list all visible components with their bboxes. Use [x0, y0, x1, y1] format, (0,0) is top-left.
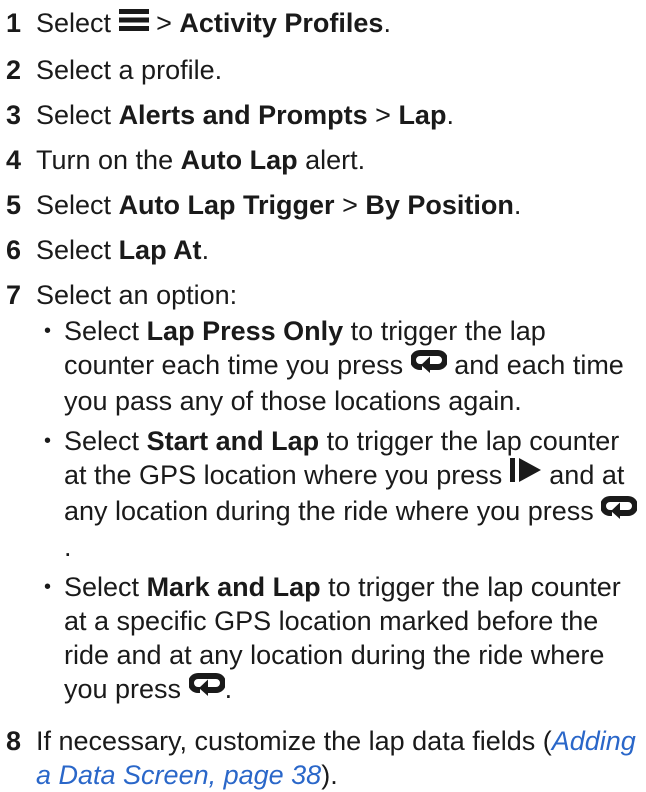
- step-number: 6: [6, 234, 22, 265]
- option-lap-press-only: • Select Lap Press Only to trigger the l…: [36, 314, 640, 418]
- step-number: 1: [6, 8, 22, 38]
- step-5: 5 Select Auto Lap Trigger > By Position.: [6, 188, 640, 222]
- step-text: If necessary, customize the lap data fie…: [36, 724, 640, 792]
- lap-icon: [600, 493, 639, 527]
- step-2: 2 Select a profile.: [6, 53, 640, 87]
- step-6-lap-at: Lap At: [118, 234, 202, 265]
- lap-icon: [187, 670, 226, 704]
- step-6: 6 Select Lap At.: [6, 233, 640, 267]
- option-end: .: [224, 673, 233, 704]
- option-end: .: [64, 531, 72, 562]
- step-6-end: .: [201, 234, 210, 265]
- step-5-separator: >: [342, 189, 358, 220]
- step-1-separator: >: [156, 8, 172, 38]
- step-1-activity-profiles: Activity Profiles: [179, 8, 384, 38]
- option-list: • Select Lap Press Only to trigger the l…: [36, 314, 640, 708]
- step-1-end: .: [383, 8, 391, 38]
- option-name: Start and Lap: [146, 425, 320, 456]
- step-number: 7: [6, 279, 22, 310]
- step-3-end: .: [446, 99, 454, 130]
- start-icon: [509, 457, 542, 491]
- bullet-icon: •: [44, 575, 52, 598]
- step-8-prefix: If necessary, customize the lap data fie…: [36, 726, 552, 757]
- step-3-prefix: Select: [36, 99, 112, 130]
- step-number: 8: [6, 726, 22, 757]
- step-number: 2: [6, 54, 22, 85]
- step-7-label: Select an option:: [36, 279, 238, 310]
- step-3: 3 Select Alerts and Prompts > Lap.: [6, 98, 640, 132]
- option-name: Mark and Lap: [146, 571, 321, 602]
- step-text: Select Alerts and Prompts > Lap.: [36, 98, 640, 132]
- bullet-icon: •: [44, 319, 52, 342]
- step-text: Select > Activity Profiles.: [36, 6, 640, 42]
- step-number: 3: [6, 99, 22, 130]
- step-7: 7 Select an option: • Select Lap Press O…: [6, 278, 640, 714]
- step-number: 4: [6, 144, 22, 175]
- step-text: Turn on the Auto Lap alert.: [36, 143, 640, 177]
- step-8: 8 If necessary, customize the lap data f…: [6, 724, 640, 792]
- step-4: 4 Turn on the Auto Lap alert.: [6, 143, 640, 177]
- option-prefix: Select: [64, 425, 140, 456]
- step-number: 5: [6, 189, 22, 220]
- option-mark-and-lap: • Select Mark and Lap to trigger the lap…: [36, 570, 640, 708]
- bullet-icon: •: [44, 429, 52, 452]
- step-4-auto-lap: Auto Lap: [180, 144, 298, 175]
- step-3-lap: Lap: [398, 99, 447, 130]
- step-3-alerts-and-prompts: Alerts and Prompts: [118, 99, 368, 130]
- step-6-prefix: Select: [36, 234, 112, 265]
- step-5-prefix: Select: [36, 189, 112, 220]
- step-3-separator: >: [375, 99, 391, 130]
- option-name: Lap Press Only: [146, 315, 344, 346]
- step-text: Select Lap At.: [36, 233, 640, 267]
- step-8-end: ).: [321, 760, 338, 791]
- step-4-suffix: alert.: [305, 144, 366, 175]
- option-prefix: Select: [64, 315, 140, 346]
- step-text: Select an option: • Select Lap Press Onl…: [36, 278, 640, 714]
- option-start-and-lap: • Select Start and Lap to trigger the la…: [36, 424, 640, 564]
- step-text: Select Auto Lap Trigger > By Position.: [36, 188, 640, 222]
- step-text: Select a profile.: [36, 54, 223, 85]
- step-5-auto-lap-trigger: Auto Lap Trigger: [118, 189, 335, 220]
- step-4-prefix: Turn on the: [36, 144, 174, 175]
- lap-icon: [409, 347, 448, 381]
- step-1-prefix: Select: [36, 8, 112, 38]
- step-5-by-position: By Position: [365, 189, 514, 220]
- option-prefix: Select: [64, 571, 140, 602]
- step-1: 1 Select > Activity Profiles.: [6, 6, 640, 42]
- step-5-end: .: [513, 189, 522, 220]
- menu-icon: [118, 5, 149, 39]
- instructions: 1 Select > Activity Profiles. 2 Select a…: [0, 0, 646, 792]
